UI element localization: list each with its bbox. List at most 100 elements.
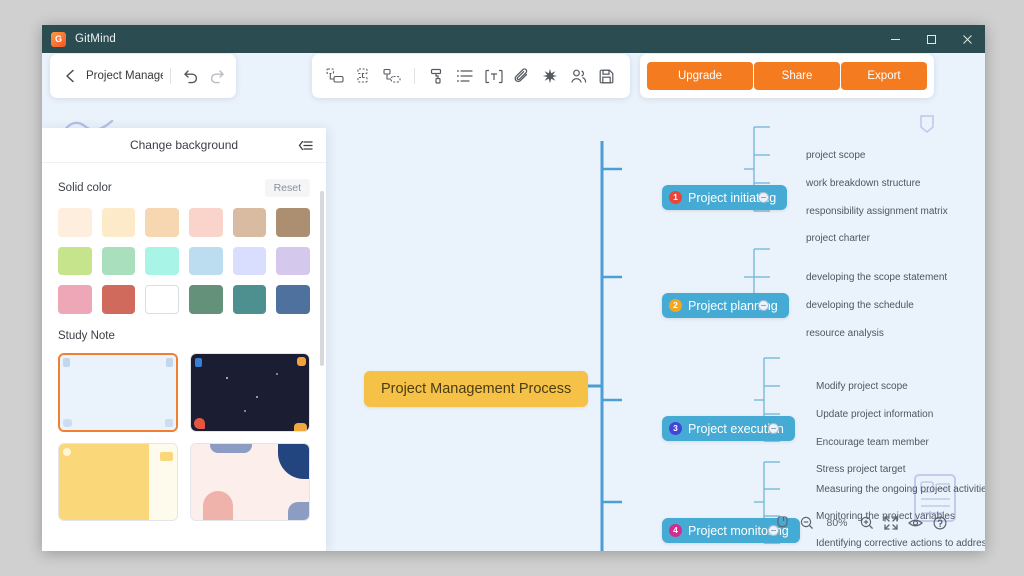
color-swatch-9[interactable]	[189, 246, 223, 276]
edit-toolbar	[312, 54, 630, 98]
branch-node-project-planning[interactable]: 2 Project planning	[662, 293, 789, 318]
eye-preview-icon[interactable]	[908, 516, 923, 530]
collapse-toggle-2[interactable]	[758, 300, 769, 311]
cursor-mode-icon[interactable]	[777, 516, 790, 530]
note-template-night-sky-preview	[191, 353, 309, 432]
upgrade-button[interactable]: Upgrade	[647, 62, 753, 90]
color-swatch-4[interactable]	[232, 208, 267, 237]
leaf-4-0[interactable]: Measuring the ongoing project activities	[816, 484, 985, 495]
note-template-pink-pastel-preview	[191, 444, 309, 520]
window-titlebar: G GitMind	[42, 25, 985, 53]
leaf-2-0[interactable]: developing the scope statement	[806, 272, 947, 283]
toolbar-divider	[170, 68, 171, 84]
mindmap-canvas[interactable]: Project Management Process 1 Project ini…	[42, 53, 985, 551]
color-swatch-16[interactable]	[232, 285, 267, 314]
action-toolbar: Upgrade Share Export	[640, 54, 934, 98]
branch-badge-3: 3	[669, 422, 682, 435]
leaf-2-1[interactable]: developing the schedule	[806, 300, 914, 311]
color-swatch-14[interactable]	[145, 285, 179, 314]
color-swatch-11[interactable]	[276, 246, 310, 276]
leaf-1-2[interactable]: responsibility assignment matrix	[806, 206, 948, 217]
color-swatch-12[interactable]	[58, 285, 92, 314]
panel-header: Change background	[42, 128, 326, 163]
change-background-panel: Change background Solid color Reset Stud…	[42, 128, 326, 551]
attachment-icon[interactable]	[509, 63, 535, 89]
minimize-icon[interactable]	[877, 25, 913, 53]
solid-color-section-header: Solid color Reset	[58, 179, 310, 197]
study-note-section-header: Study Note	[58, 330, 310, 342]
redo-icon[interactable]	[204, 63, 230, 89]
note-template-yellow-sticky-preview	[59, 444, 177, 520]
reset-button[interactable]: Reset	[264, 179, 310, 197]
document-title[interactable]: Project Management ...	[86, 70, 163, 82]
color-swatch-8[interactable]	[145, 246, 179, 276]
leaf-3-1[interactable]: Update project information	[816, 409, 933, 420]
note-template-paper-blue[interactable]	[58, 352, 178, 433]
export-button[interactable]: Export	[841, 62, 927, 90]
root-node-label: Project Management Process	[381, 381, 572, 397]
root-node[interactable]: Project Management Process	[364, 371, 589, 407]
collapse-toggle-3[interactable]	[768, 423, 779, 434]
toolbar-row: Project Management ...	[42, 54, 985, 98]
help-icon[interactable]	[933, 516, 947, 530]
panel-scrollbar[interactable]	[320, 163, 324, 551]
branch-badge-2: 2	[669, 299, 682, 312]
color-swatch-3[interactable]	[189, 208, 223, 237]
close-icon[interactable]	[949, 25, 985, 53]
collaborate-icon[interactable]	[566, 63, 592, 89]
leaf-4-2[interactable]: Identifying corrective actions to addres…	[816, 538, 985, 549]
leaf-2-2[interactable]: resource analysis	[806, 328, 884, 339]
leaf-3-3[interactable]: Stress project target	[816, 464, 905, 475]
collapse-toggle-1[interactable]	[758, 192, 769, 203]
text-box-icon[interactable]	[481, 63, 507, 89]
save-icon[interactable]	[594, 63, 620, 89]
leaf-1-3[interactable]: project charter	[806, 233, 870, 244]
window-controls	[877, 25, 985, 53]
color-swatch-6[interactable]	[58, 246, 92, 276]
note-template-yellow-sticky[interactable]	[58, 443, 178, 521]
desktop-background: G GitMind Project Management Process 1 P…	[0, 0, 1024, 576]
fit-screen-icon[interactable]	[884, 516, 898, 530]
leaf-1-0[interactable]: project scope	[806, 150, 865, 161]
color-swatch-13[interactable]	[101, 285, 136, 314]
color-swatch-15[interactable]	[189, 285, 223, 314]
outline-icon[interactable]	[452, 63, 478, 89]
study-note-thumbnail-grid	[58, 352, 310, 521]
magic-ai-icon[interactable]	[537, 63, 563, 89]
leaf-3-0[interactable]: Modify project scope	[816, 381, 908, 392]
leaf-1-1[interactable]: work breakdown structure	[806, 178, 921, 189]
app-title: GitMind	[75, 33, 117, 45]
undo-icon[interactable]	[178, 63, 204, 89]
color-swatch-2[interactable]	[145, 208, 179, 237]
zoom-out-icon[interactable]	[800, 516, 814, 530]
color-swatch-10[interactable]	[232, 246, 267, 276]
color-swatch-17[interactable]	[276, 285, 310, 314]
share-button[interactable]: Share	[754, 62, 840, 90]
color-swatch-0[interactable]	[58, 208, 92, 237]
color-swatch-grid	[58, 208, 310, 314]
app-logo-icon: G	[51, 31, 66, 47]
gitmind-app-window: G GitMind Project Management Process 1 P…	[42, 25, 985, 551]
collapse-panel-icon[interactable]	[296, 136, 314, 154]
zoom-controls: 80%	[777, 513, 947, 533]
panel-title: Change background	[129, 138, 239, 152]
color-swatch-7[interactable]	[101, 246, 136, 276]
back-button[interactable]	[58, 64, 82, 88]
branch-badge-1: 1	[669, 191, 682, 204]
subtopic-icon[interactable]	[322, 63, 348, 89]
note-template-paper-blue-preview	[60, 354, 176, 431]
note-template-night-sky[interactable]	[190, 352, 310, 433]
note-template-pink-pastel[interactable]	[190, 443, 310, 521]
format-painter-icon[interactable]	[424, 63, 450, 89]
document-toolbar: Project Management ...	[50, 54, 236, 98]
sibling-topic-icon[interactable]	[350, 63, 376, 89]
maximize-icon[interactable]	[913, 25, 949, 53]
color-swatch-1[interactable]	[101, 208, 136, 237]
study-note-title: Study Note	[58, 329, 115, 342]
panel-scroll-area[interactable]: Solid color Reset Study Note	[42, 163, 326, 551]
panel-scrollbar-thumb[interactable]	[320, 191, 324, 366]
color-swatch-5[interactable]	[276, 208, 310, 237]
leaf-3-2[interactable]: Encourage team member	[816, 437, 929, 448]
relationship-icon[interactable]	[379, 63, 405, 89]
zoom-in-icon[interactable]	[860, 516, 874, 530]
